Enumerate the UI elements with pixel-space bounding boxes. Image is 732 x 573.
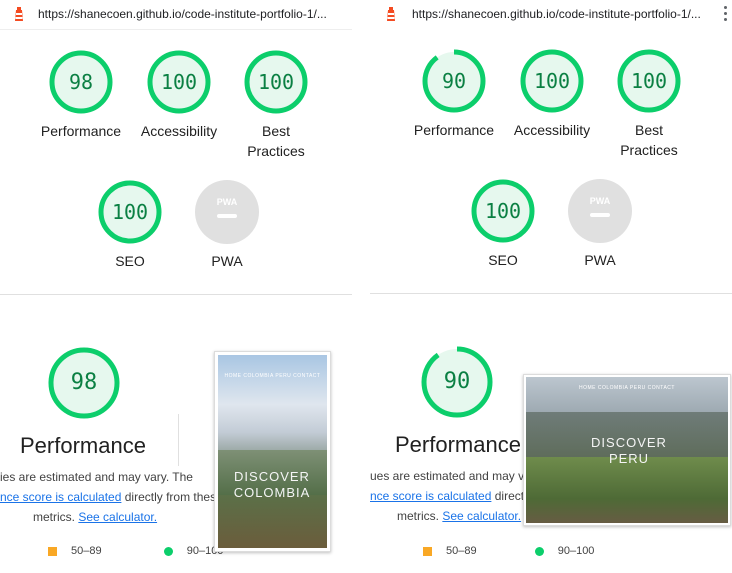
gauge-score: 100 <box>533 69 571 93</box>
gauge-pwa[interactable]: PWA PWA <box>194 179 260 271</box>
lighthouse-icon <box>387 7 395 21</box>
gauge-label: Performance <box>413 122 495 138</box>
desc-text: ies are estimated and may vary. The <box>0 470 193 484</box>
divider-line <box>178 414 179 466</box>
gauge-score: 100 <box>630 69 668 93</box>
big-gauge-performance: 98 <box>47 346 121 420</box>
category-title: Performance <box>20 433 146 458</box>
see-calculator-link[interactable]: See calculator. <box>78 510 157 524</box>
page-url[interactable]: https://shanecoen.github.io/code-institu… <box>38 7 327 21</box>
description: ies are estimated and may vary. The nce … <box>0 467 223 527</box>
description: ues are estimated and may va nce score i… <box>370 466 531 526</box>
gauge-label: PWA <box>584 252 616 268</box>
section-divider <box>370 293 732 294</box>
report-left: https://shanecoen.github.io/code-institu… <box>0 0 352 573</box>
pass-circle-icon <box>534 546 544 556</box>
page-screenshot-desktop[interactable]: HOME COLOMBIA PERU CONTACT DISCOVER PERU <box>523 374 731 526</box>
pass-circle-icon <box>163 546 173 556</box>
desc-text: metrics. <box>397 509 443 523</box>
legend-pass: 90–100 <box>557 545 595 557</box>
score-calc-link[interactable]: nce score is calculated <box>0 490 121 504</box>
category-title: Performance <box>395 432 521 457</box>
pwa-badge: PWA <box>217 197 238 207</box>
gauge-seo[interactable]: 100 SEO <box>470 178 536 270</box>
big-gauge-performance: 90 <box>420 345 494 419</box>
gauge-label: SEO <box>488 252 518 268</box>
legend: 50–89 90–100 <box>423 545 594 557</box>
gauge-label: Accessibility <box>513 122 591 138</box>
big-score: 90 <box>443 369 471 394</box>
gauge-accessibility[interactable]: 100 Accessibility <box>141 49 217 141</box>
section-divider <box>0 294 352 295</box>
legend-average: 50–89 <box>71 545 102 557</box>
gauge-score: 98 <box>68 70 94 94</box>
gauge-label: PWA <box>211 253 243 269</box>
gauge-label: Accessibility <box>140 123 218 139</box>
url-bar: https://shanecoen.github.io/code-institu… <box>0 0 352 28</box>
hero-heading: DISCOVER COLOMBIA <box>233 469 311 500</box>
gauge-best-practices[interactable]: 100 Best Practices <box>243 49 309 161</box>
more-options-icon[interactable] <box>724 6 728 24</box>
desc-text: directly from these <box>121 490 223 504</box>
gauge-label: SEO <box>115 253 145 269</box>
gauge-seo[interactable]: 100 SEO <box>97 179 163 271</box>
gauge-label: Performance <box>40 123 122 139</box>
page-url[interactable]: https://shanecoen.github.io/code-institu… <box>412 7 701 21</box>
desc-text: metrics. <box>33 510 79 524</box>
site-nav: HOME COLOMBIA PERU CONTACT <box>579 385 675 391</box>
desc-text: ues are estimated and may va <box>370 469 531 483</box>
average-square-icon <box>48 546 57 556</box>
gauge-performance[interactable]: 90 Performance <box>414 48 494 140</box>
hero-heading: DISCOVER PERU <box>591 435 667 466</box>
url-bar: https://shanecoen.github.io/code-institu… <box>370 0 732 28</box>
gauge-score: 100 <box>160 70 198 94</box>
gauge-label: Best Practices <box>247 123 305 159</box>
legend: 50–89 90–100 <box>48 545 223 557</box>
see-calculator-link[interactable]: See calculator. <box>442 509 521 523</box>
desc-text: direct <box>491 489 525 503</box>
score-calc-link[interactable]: nce score is calculated <box>370 489 491 503</box>
gauge-score: 100 <box>484 199 522 223</box>
gauge-score: 100 <box>257 70 295 94</box>
site-nav: HOME COLOMBIA PERU CONTACT <box>224 373 321 379</box>
pwa-badge: PWA <box>590 196 611 206</box>
big-score: 98 <box>70 370 98 395</box>
gauge-pwa[interactable]: PWA PWA <box>567 178 633 270</box>
gauge-score: 90 <box>441 69 467 93</box>
gauge-accessibility[interactable]: 100 Accessibility <box>514 48 590 140</box>
gauge-performance[interactable]: 98 Performance <box>41 49 121 141</box>
page-screenshot-mobile[interactable]: HOME COLOMBIA PERU CONTACT DISCOVER COLO… <box>214 351 331 552</box>
legend-average: 50–89 <box>446 545 477 557</box>
gauge-score: 100 <box>111 200 149 224</box>
average-square-icon <box>423 546 432 556</box>
gauge-best-practices[interactable]: 100 Best Practices <box>616 48 682 160</box>
gauge-label: Best Practices <box>620 122 678 158</box>
report-right: https://shanecoen.github.io/code-institu… <box>370 0 732 573</box>
lighthouse-icon <box>15 7 23 21</box>
